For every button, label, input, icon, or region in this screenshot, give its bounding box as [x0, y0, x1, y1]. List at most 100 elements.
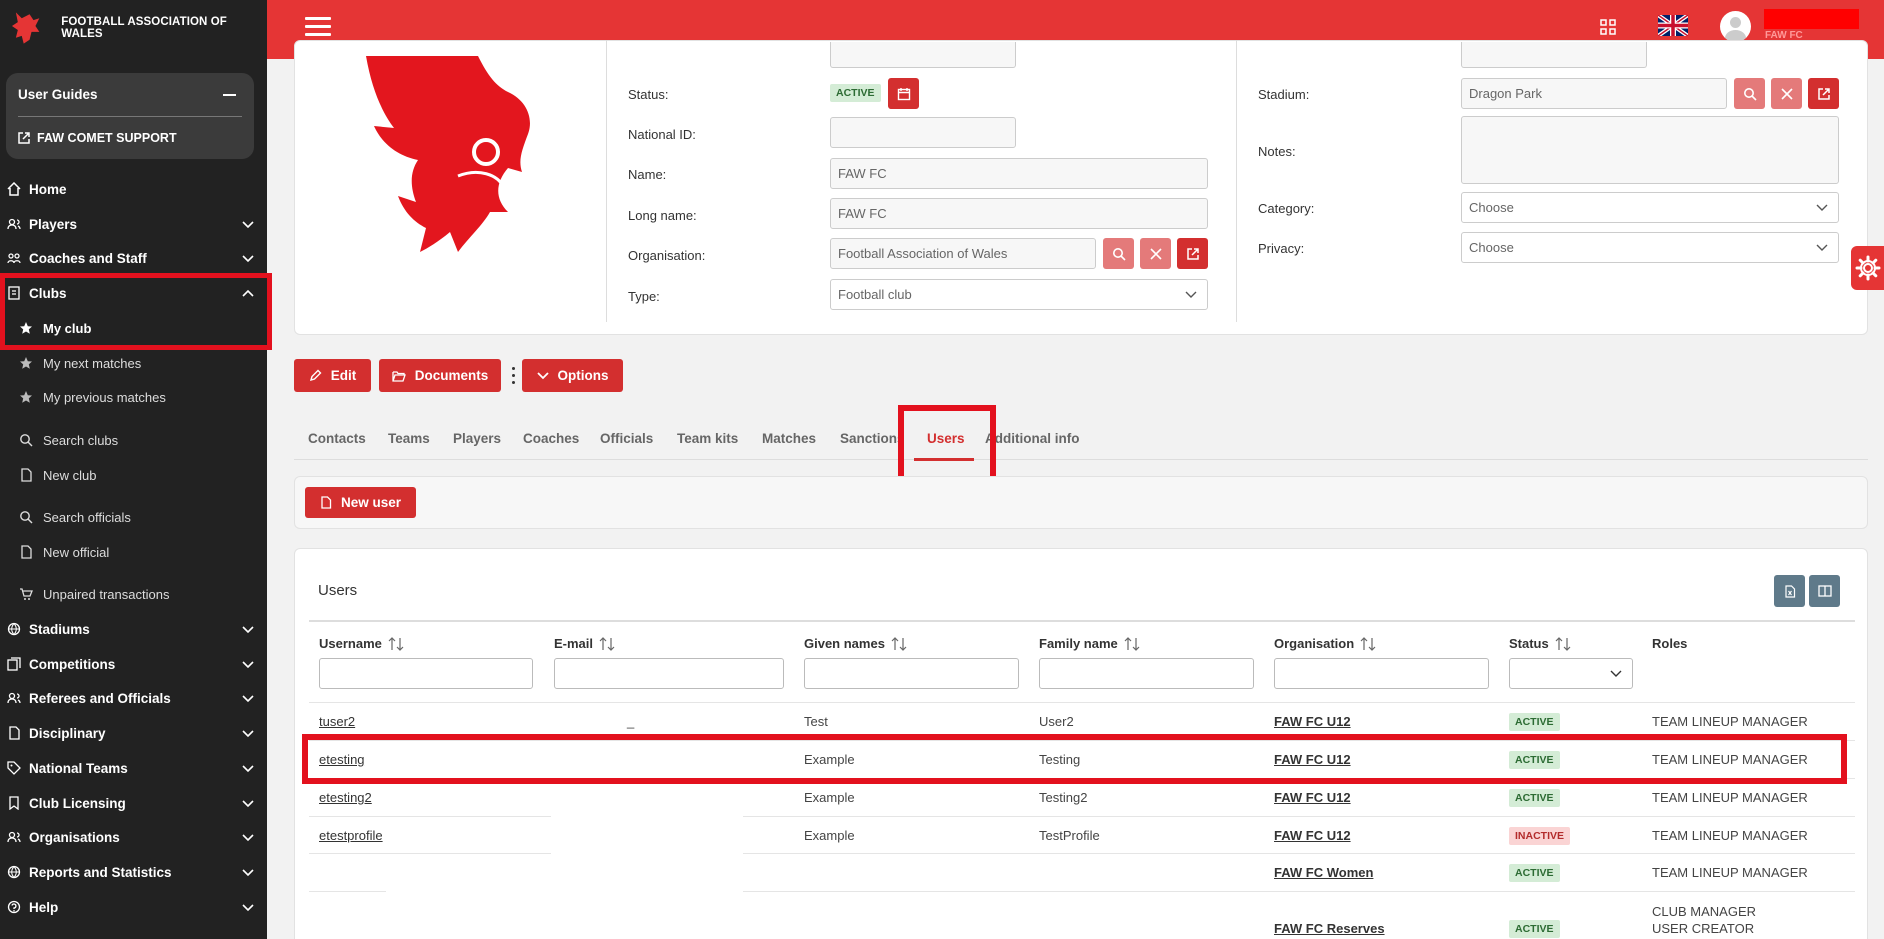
sidebar-item-coaches[interactable]: Coaches and Staff: [0, 243, 267, 273]
sidebar-item-new-club[interactable]: New club: [0, 460, 267, 490]
filter-family-name-input[interactable]: [1039, 658, 1254, 689]
star-icon: [20, 391, 32, 403]
tab-officials[interactable]: Officials: [600, 431, 653, 446]
sidebar-item-referees[interactable]: Referees and Officials: [0, 683, 267, 713]
tab-coaches[interactable]: Coaches: [523, 431, 579, 446]
edit-button[interactable]: Edit: [294, 359, 371, 392]
privacy-select[interactable]: Choose: [1461, 232, 1839, 263]
cell-given-names: Example: [804, 828, 855, 843]
documents-button[interactable]: Documents: [379, 359, 501, 392]
sort-icon: [599, 636, 615, 651]
sidebar-item-help[interactable]: Help: [0, 892, 267, 922]
cell-organisation[interactable]: FAW FC U12: [1274, 790, 1351, 805]
sidebar-item-national-teams[interactable]: National Teams: [0, 753, 267, 783]
row-divider: [309, 816, 551, 817]
col-header-family-name[interactable]: Family name: [1039, 636, 1140, 651]
cell-organisation[interactable]: FAW FC Women: [1274, 865, 1373, 880]
new-user-button-label: New user: [340, 495, 402, 510]
sidebar-item-home[interactable]: Home: [0, 174, 267, 204]
stadium-clear-button[interactable]: [1771, 78, 1802, 109]
sidebar-item-previous-matches[interactable]: My previous matches: [0, 382, 267, 412]
cell-username[interactable]: etestprofile: [319, 828, 383, 843]
sidebar-item-search-officials[interactable]: Search officials: [0, 502, 267, 532]
sidebar-item-next-matches[interactable]: My next matches: [0, 348, 267, 378]
options-button-label: Options: [557, 368, 609, 383]
sidebar-item-players[interactable]: Players: [0, 209, 267, 239]
cell-organisation[interactable]: FAW FC Reserves: [1274, 921, 1385, 936]
tab-team-kits[interactable]: Team kits: [677, 431, 738, 446]
details-separator: [606, 40, 607, 322]
col-header-status[interactable]: Status: [1509, 636, 1571, 651]
uk-flag-icon[interactable]: [1658, 15, 1688, 36]
filter-username-input[interactable]: [319, 658, 533, 689]
cell-organisation[interactable]: FAW FC U12: [1274, 828, 1351, 843]
support-link[interactable]: FAW COMET SUPPORT: [18, 117, 242, 159]
settings-button[interactable]: [1851, 246, 1884, 290]
top-field-cutoff[interactable]: [830, 42, 1016, 68]
stadium-field[interactable]: Dragon Park: [1461, 78, 1727, 109]
sidebar-item-reports[interactable]: Reports and Statistics: [0, 857, 267, 887]
column-toggle-button[interactable]: [1809, 575, 1840, 607]
stadium-open-button[interactable]: [1808, 78, 1839, 109]
tab-contacts[interactable]: Contacts: [308, 431, 366, 446]
cell-organisation[interactable]: FAW FC U12: [1274, 714, 1351, 729]
col-header-organisation[interactable]: Organisation: [1274, 636, 1376, 651]
category-select[interactable]: Choose: [1461, 192, 1839, 223]
long-name-field[interactable]: FAW FC: [830, 198, 1208, 229]
col-header-label: Given names: [804, 636, 885, 651]
tab-additional-info[interactable]: Additional info: [985, 431, 1079, 446]
category-label: Category:: [1258, 201, 1315, 216]
file-excel-icon: [1784, 584, 1795, 598]
filter-given-names-input[interactable]: [804, 658, 1019, 689]
organisation-field[interactable]: Football Association of Wales: [830, 238, 1096, 269]
filter-status-select[interactable]: [1509, 658, 1633, 689]
cell-username[interactable]: tuser2: [319, 714, 355, 729]
filter-organisation-input[interactable]: [1274, 658, 1489, 689]
file-icon: [21, 545, 32, 559]
col-header-email[interactable]: E-mail: [554, 636, 615, 651]
user-guides-panel: User Guides FAW COMET SUPPORT: [6, 73, 254, 159]
sidebar-item-new-official[interactable]: New official: [0, 537, 267, 567]
sidebar-item-club-licensing[interactable]: Club Licensing: [0, 788, 267, 818]
organisation-open-button[interactable]: [1177, 238, 1208, 269]
new-user-button[interactable]: New user: [305, 487, 416, 518]
top-right-field-cutoff[interactable]: [1461, 42, 1647, 68]
organisation-clear-button[interactable]: [1140, 238, 1171, 269]
options-button[interactable]: Options: [522, 359, 623, 392]
col-header-given-names[interactable]: Given names: [804, 636, 907, 651]
type-select[interactable]: Football club: [830, 279, 1208, 310]
collapse-icon[interactable]: [223, 93, 236, 96]
users-icon: [7, 218, 21, 230]
row-divider: [309, 891, 386, 892]
filter-email-input[interactable]: [554, 658, 784, 689]
apps-grid-icon[interactable]: [1600, 19, 1616, 35]
stadium-search-button[interactable]: [1734, 78, 1765, 109]
export-excel-button[interactable]: [1774, 575, 1805, 607]
cell-username[interactable]: etesting2: [319, 790, 372, 805]
tab-sanctions[interactable]: Sanctions: [840, 431, 905, 446]
tab-players[interactable]: Players: [453, 431, 501, 446]
cell-family-name: User2: [1039, 714, 1074, 729]
status-history-button[interactable]: [888, 78, 919, 109]
tab-teams[interactable]: Teams: [388, 431, 430, 446]
globe-icon: [7, 865, 21, 879]
more-vertical-icon[interactable]: [512, 367, 515, 385]
notes-textarea[interactable]: [1461, 116, 1839, 184]
sidebar-item-competitions[interactable]: Competitions: [0, 649, 267, 679]
name-field[interactable]: FAW FC: [830, 158, 1208, 189]
tab-matches[interactable]: Matches: [762, 431, 816, 446]
sidebar-item-disciplinary[interactable]: Disciplinary: [0, 718, 267, 748]
user-guides-header[interactable]: User Guides: [18, 73, 242, 117]
organisation-search-button[interactable]: [1103, 238, 1134, 269]
sidebar-item-unpaired-transactions[interactable]: Unpaired transactions: [0, 579, 267, 609]
sidebar-item-search-clubs[interactable]: Search clubs: [0, 425, 267, 455]
col-header-username[interactable]: Username: [319, 636, 404, 651]
search-icon: [1743, 87, 1757, 101]
sidebar-item-stadiums[interactable]: Stadiums: [0, 614, 267, 644]
brand[interactable]: FOOTBALL ASSOCIATION OF WALES: [0, 0, 267, 56]
avatar[interactable]: [1720, 11, 1751, 42]
sidebar-item-organisations[interactable]: Organisations: [0, 822, 267, 852]
hamburger-menu-icon[interactable]: [305, 17, 331, 37]
national-id-field[interactable]: [830, 117, 1016, 148]
bookmark-icon: [9, 796, 19, 810]
